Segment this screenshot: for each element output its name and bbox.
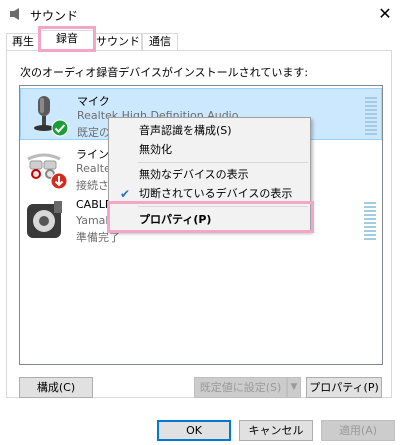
checkmark-icon: ✔ bbox=[120, 187, 131, 201]
level-meter bbox=[364, 202, 376, 242]
level-meter bbox=[365, 97, 377, 137]
menu-item-properties[interactable]: プロパティ(P) bbox=[110, 211, 309, 229]
menu-item-configure-speech[interactable]: 音声認識を構成(S) bbox=[110, 122, 309, 140]
speaker-icon bbox=[10, 8, 19, 20]
context-menu: 音声認識を構成(S) 無効化 無効なデバイスの表示 ✔ 切断されているデバイスの… bbox=[108, 117, 311, 232]
default-check-icon bbox=[51, 119, 69, 137]
properties-button[interactable]: プロパティ(P) bbox=[306, 377, 382, 398]
cable-icon bbox=[27, 201, 62, 238]
cancel-button[interactable]: キャンセル bbox=[239, 420, 313, 441]
menu-item-disable[interactable]: 無効化 bbox=[110, 141, 309, 159]
unplugged-icon bbox=[50, 172, 68, 190]
menu-item-label: 切断されているデバイスの表示 bbox=[139, 187, 293, 200]
tab-sounds[interactable]: サウンド bbox=[94, 33, 142, 50]
chevron-down-icon[interactable]: ▼ bbox=[287, 377, 301, 398]
menu-item-show-disconnected[interactable]: ✔ 切断されているデバイスの表示 bbox=[110, 185, 309, 203]
window-title: サウンド bbox=[30, 9, 79, 23]
menu-separator bbox=[138, 206, 308, 207]
configure-button[interactable]: 構成(C) bbox=[19, 377, 93, 398]
menu-item-show-disabled[interactable]: 無効なデバイスの表示 bbox=[110, 166, 309, 184]
apply-button[interactable]: 適用(A) bbox=[321, 420, 395, 441]
close-icon[interactable]: ✕ bbox=[372, 2, 398, 26]
tab-communications[interactable]: 通信 bbox=[142, 33, 178, 50]
instruction-text: 次のオーディオ録音デバイスがインストールされています: bbox=[20, 66, 309, 79]
set-default-button[interactable]: 既定値に設定(S) bbox=[194, 377, 287, 398]
tab-recording[interactable]: 録音 bbox=[40, 30, 94, 51]
device-name: マイク bbox=[77, 95, 110, 108]
title-bar: サウンド ✕ bbox=[0, 0, 400, 28]
ok-button[interactable]: OK bbox=[157, 420, 231, 441]
tab-playback[interactable]: 再生 bbox=[6, 33, 40, 50]
menu-separator bbox=[138, 162, 308, 163]
